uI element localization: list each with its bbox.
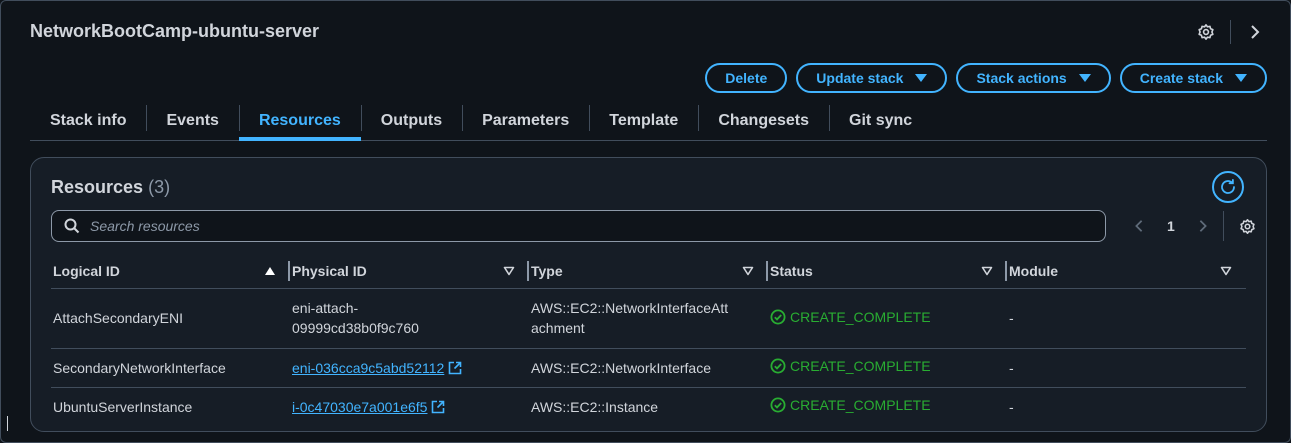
table-row: AttachSecondaryENI eni-attach- 09999cd38… [51,288,1246,349]
search-input[interactable] [90,218,1050,234]
column-header-logical-id[interactable]: Logical ID [51,254,290,289]
refresh-icon [1221,178,1235,194]
status-cell: CREATE_COMPLETE [768,348,1007,388]
tab-stack-info[interactable]: Stack info [30,101,146,140]
external-link-icon [432,400,445,414]
table-row: SecondaryNetworkInterface eni-036cca9c5a… [51,348,1246,388]
pagination: 1 [1125,210,1262,242]
header-divider [1230,20,1231,44]
tab-changesets[interactable]: Changesets [698,101,829,140]
tab-outputs[interactable]: Outputs [360,101,462,140]
column-header-module[interactable]: Module [1007,254,1246,289]
pager-divider [1222,211,1224,241]
status-cell: CREATE_COMPLETE [768,288,1007,349]
create-stack-button[interactable]: Create stack [1119,63,1267,93]
resources-count: (3) [148,177,171,197]
physical-id-link[interactable]: i-0c47030e7a001e6f5 [292,397,445,417]
logical-id-cell: UbuntuServerInstance [53,398,193,415]
resources-heading: Resources (3) [51,177,170,198]
sort-icon [981,266,993,276]
sort-ascending-icon [265,266,275,275]
module-cell: - [1007,288,1246,349]
logical-id-cell: AttachSecondaryENI [51,288,290,349]
tab-template[interactable]: Template [589,101,698,140]
sort-icon [742,266,754,276]
tab-events[interactable]: Events [146,101,238,140]
gear-icon[interactable] [1192,18,1220,46]
physical-id-cell: i-0c47030e7a001e6f5 [290,387,529,426]
refresh-button[interactable] [1212,171,1244,203]
resources-table: Logical ID Physical ID Type Status Modul… [51,254,1246,426]
check-circle-icon [770,397,786,413]
create-stack-button-label: Create stack [1139,70,1223,86]
page-number[interactable]: 1 [1167,218,1175,234]
text-cursor [7,416,8,431]
update-stack-button-label: Update stack [816,70,904,86]
external-link-icon [449,361,462,374]
status-badge: CREATE_COMPLETE [770,356,931,376]
table-settings-gear-icon[interactable] [1234,212,1262,240]
column-header-physical-id[interactable]: Physical ID [290,254,529,289]
resources-panel: Resources (3) 1 [30,157,1267,432]
type-cell: AWS::EC2::NetworkInterfaceAtt achment [529,288,768,349]
module-cell: - [1007,348,1246,388]
tab-parameters[interactable]: Parameters [462,101,589,140]
resources-title: Resources [51,177,144,197]
chevron-right-icon[interactable] [1189,212,1217,240]
search-box[interactable] [51,210,1106,242]
header-tools [1192,18,1269,46]
status-badge: CREATE_COMPLETE [770,395,931,415]
check-circle-icon [770,358,786,374]
module-cell: - [1009,398,1014,415]
physical-id-cell: eni-attach- 09999cd38b0f9c760 [290,288,529,349]
tab-resources[interactable]: Resources [238,101,361,141]
type-cell: AWS::EC2::NetworkInterface [529,348,768,388]
sort-icon [1220,266,1232,276]
caret-down-icon [1078,74,1091,82]
stack-actions-button-label: Stack actions [976,70,1067,86]
page-title: NetworkBootCamp-ubuntu-server [30,21,320,41]
type-cell: AWS::EC2::Instance [531,398,659,415]
physical-id-cell: eni-036cca9c5abd52112 [290,348,529,388]
status-cell: CREATE_COMPLETE [768,387,1007,426]
status-badge: CREATE_COMPLETE [770,307,931,327]
caret-down-icon [1235,74,1247,82]
delete-button[interactable]: Delete [705,63,788,93]
delete-button-label: Delete [725,70,768,86]
logical-id-cell: SecondaryNetworkInterface [51,348,290,388]
stack-tabs: Stack info Events Resources Outputs Para… [30,101,1267,141]
caret-down-icon [915,74,928,82]
stack-actions-button[interactable]: Stack actions [956,63,1111,93]
stack-actions-bar: Delete Update stack Stack actions Create… [705,63,1267,93]
chevron-left-icon[interactable] [1125,212,1153,240]
column-header-status[interactable]: Status [768,254,1007,289]
check-circle-icon [770,309,786,324]
tab-git-sync[interactable]: Git sync [829,101,932,140]
search-icon [64,218,80,234]
table-row: UbuntuServerInstance i-0c47030e7a001e6f5… [51,387,1246,426]
update-stack-button[interactable]: Update stack [796,63,948,93]
sort-icon [503,266,515,276]
physical-id-link[interactable]: eni-036cca9c5abd52112 [292,358,462,378]
column-header-type[interactable]: Type [529,254,768,289]
chevron-right-icon[interactable] [1241,18,1269,46]
